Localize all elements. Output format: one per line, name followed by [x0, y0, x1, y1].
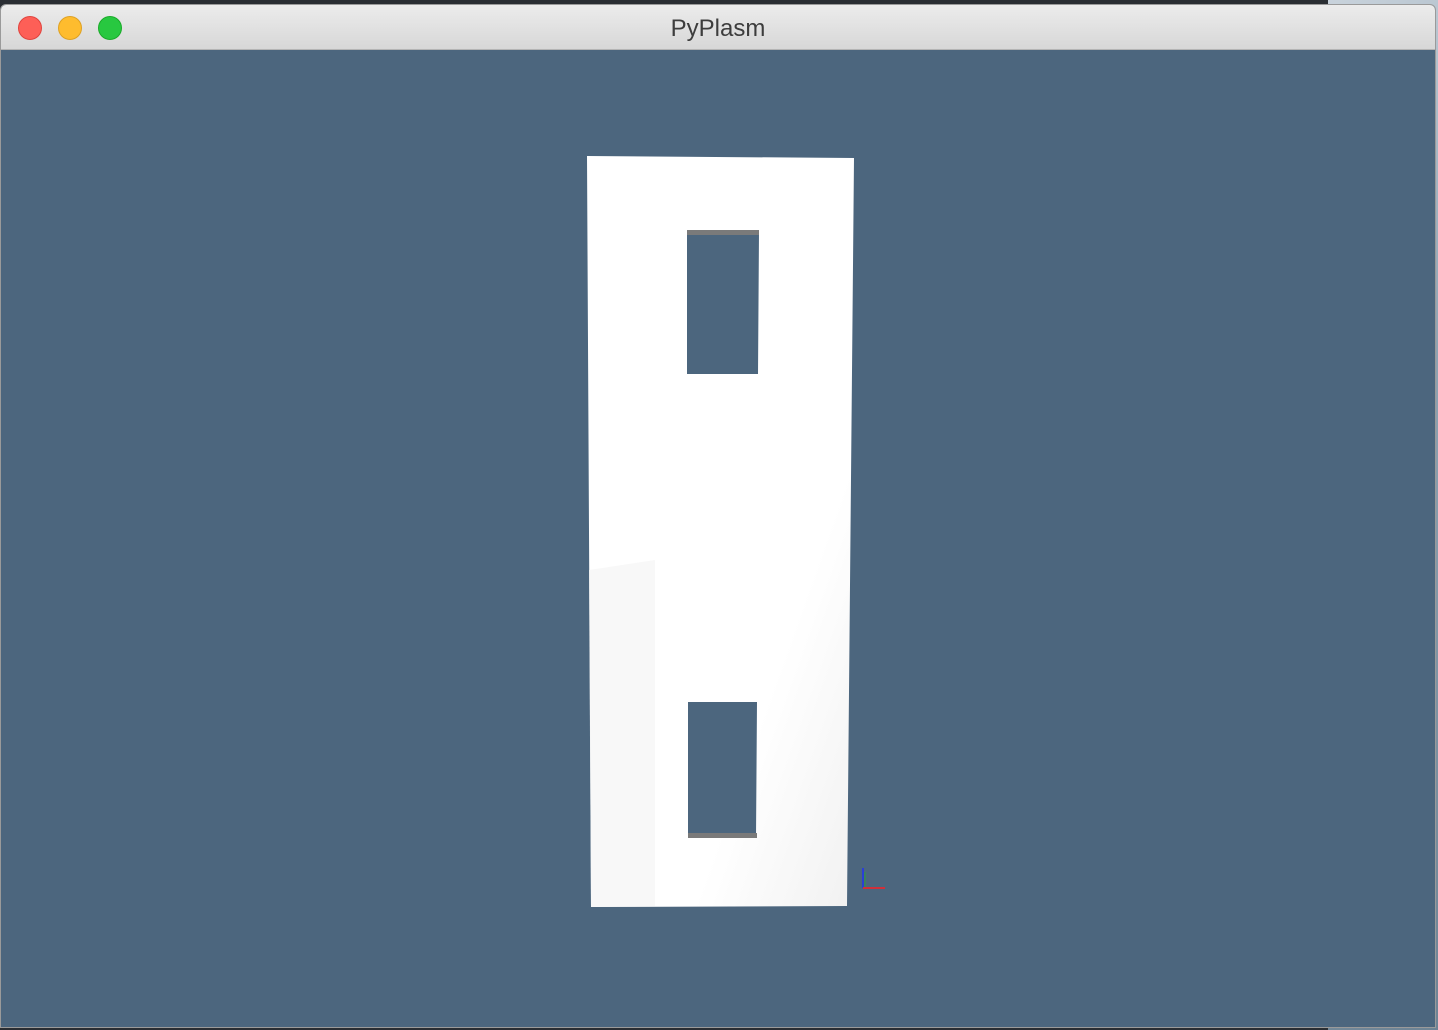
panel-shade-strip	[589, 560, 655, 907]
3d-viewport[interactable]	[1, 50, 1435, 1027]
window-title: PyPlasm	[670, 15, 766, 42]
bottom-window-sill	[688, 833, 757, 838]
top-window-lintel	[687, 230, 759, 235]
title-bar[interactable]: PyPlasm	[1, 5, 1435, 50]
pyplasm-window: PyPlasm	[0, 4, 1436, 1028]
axis-indicator	[862, 868, 885, 889]
scene-canvas	[587, 156, 885, 907]
